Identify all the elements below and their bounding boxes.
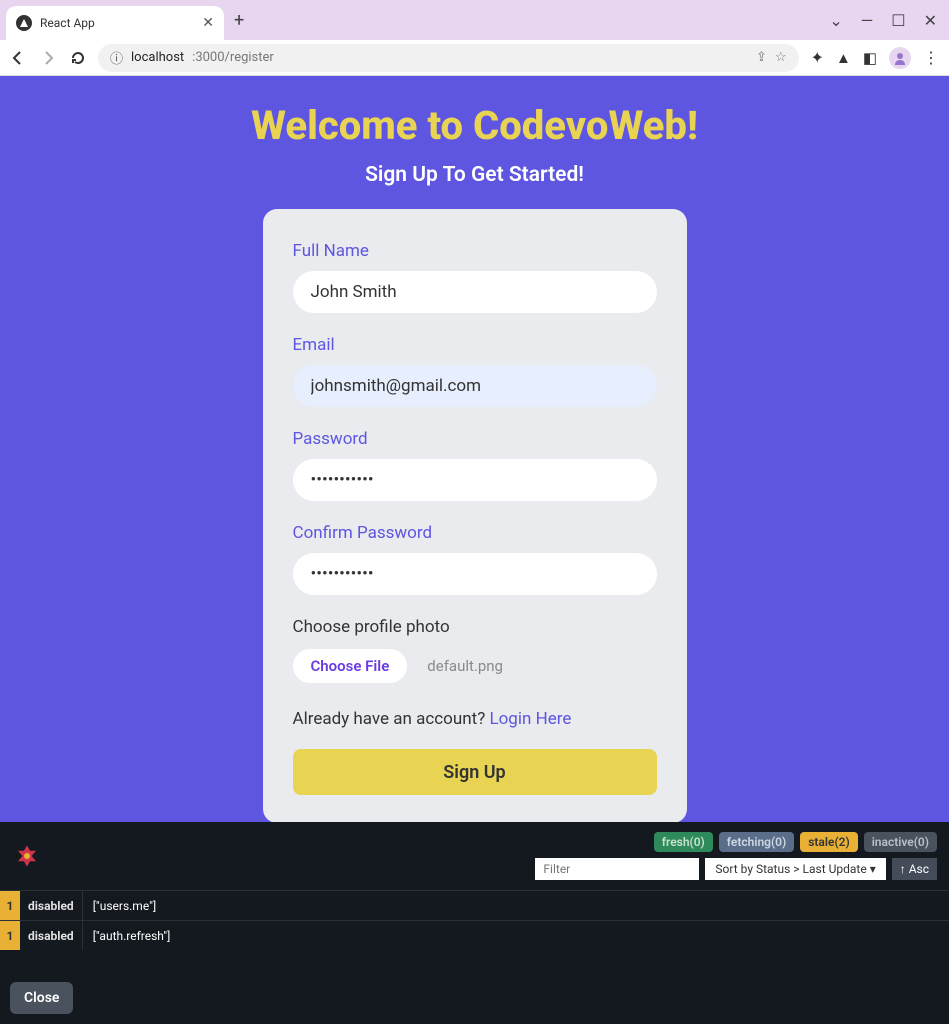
new-tab-button[interactable]: +: [224, 10, 254, 31]
full-name-label: Full Name: [293, 241, 657, 261]
react-query-logo-icon: [12, 841, 42, 871]
reload-icon[interactable]: [70, 50, 86, 66]
page-subtitle: Sign Up To Get Started!: [365, 163, 584, 187]
file-row: Choose File default.png: [293, 649, 657, 683]
query-row[interactable]: 1 disabled ["auth.refresh"]: [0, 920, 949, 950]
address-bar[interactable]: ⓘ localhost :3000/register ⇪ ☆: [98, 44, 799, 72]
password-input[interactable]: [293, 459, 657, 501]
share-icon[interactable]: ⇪: [756, 50, 767, 65]
confirm-password-input[interactable]: [293, 553, 657, 595]
query-list: 1 disabled ["users.me"] 1 disabled ["aut…: [0, 890, 949, 950]
react-query-devtools: fresh(0) fetching(0) stale(2) inactive(0…: [0, 822, 949, 1024]
page-content: Welcome to CodevoWeb! Sign Up To Get Sta…: [0, 76, 949, 822]
query-count: 1: [0, 891, 20, 920]
panel-icon[interactable]: ◧: [863, 49, 877, 67]
email-input[interactable]: [293, 365, 657, 407]
favicon-icon: [16, 15, 32, 31]
menu-icon[interactable]: ⋮: [923, 48, 939, 67]
url-host: localhost: [131, 50, 184, 65]
browser-tab[interactable]: React App ✕: [6, 6, 224, 40]
chevron-down-icon[interactable]: ⌄: [829, 11, 842, 30]
close-icon[interactable]: ✕: [202, 15, 214, 31]
choose-file-button[interactable]: Choose File: [293, 649, 408, 683]
asc-button[interactable]: ↑ Asc: [892, 858, 937, 880]
window-titlebar: React App ✕ + ⌄ — ☐ ✕: [0, 0, 949, 40]
query-key: ["users.me"]: [83, 899, 156, 913]
minimize-icon[interactable]: —: [861, 11, 874, 30]
query-status: disabled: [20, 921, 83, 950]
profile-avatar[interactable]: [889, 47, 911, 69]
filter-input[interactable]: [535, 858, 699, 880]
signup-card: Full Name Email Password Confirm Passwor…: [263, 209, 687, 822]
flask-icon[interactable]: ▲: [836, 49, 851, 67]
photo-hint: Choose profile photo: [293, 617, 657, 637]
info-icon[interactable]: ⓘ: [110, 48, 123, 67]
full-name-input[interactable]: [293, 271, 657, 313]
close-window-icon[interactable]: ✕: [924, 11, 937, 30]
password-label: Password: [293, 429, 657, 449]
window-controls: ⌄ — ☐ ✕: [829, 11, 943, 30]
badge-fresh[interactable]: fresh(0): [654, 832, 713, 852]
query-status: disabled: [20, 891, 83, 920]
page-title: Welcome to CodevoWeb!: [251, 102, 698, 149]
url-path: :3000/register: [192, 50, 274, 65]
already-account-text: Already have an account? Login Here: [293, 709, 657, 729]
badge-fetching[interactable]: fetching(0): [719, 832, 794, 852]
badge-stale[interactable]: stale(2): [800, 832, 857, 852]
file-name: default.png: [427, 657, 503, 675]
already-text: Already have an account?: [293, 709, 490, 729]
extension-icons: ✦ ▲ ◧ ⋮: [811, 47, 939, 69]
tab-title: React App: [40, 16, 194, 30]
status-badges: fresh(0) fetching(0) stale(2) inactive(0…: [654, 832, 937, 852]
close-devtools-button[interactable]: Close: [10, 982, 73, 1014]
devtools-header: fresh(0) fetching(0) stale(2) inactive(0…: [0, 822, 949, 890]
browser-toolbar: ⓘ localhost :3000/register ⇪ ☆ ✦ ▲ ◧ ⋮: [0, 40, 949, 76]
query-row[interactable]: 1 disabled ["users.me"]: [0, 890, 949, 920]
puzzle-icon[interactable]: ✦: [811, 48, 824, 67]
email-label: Email: [293, 335, 657, 355]
star-icon[interactable]: ☆: [775, 50, 787, 65]
back-icon[interactable]: [10, 50, 26, 66]
sort-button[interactable]: Sort by Status > Last Update ▾: [705, 858, 885, 880]
forward-icon[interactable]: [40, 50, 56, 66]
confirm-password-label: Confirm Password: [293, 523, 657, 543]
login-here-link[interactable]: Login Here: [489, 709, 571, 729]
query-key: ["auth.refresh"]: [83, 929, 171, 943]
signup-button[interactable]: Sign Up: [293, 749, 657, 795]
tabs-area: React App ✕ +: [6, 0, 254, 40]
nav-buttons: [10, 50, 86, 66]
maximize-icon[interactable]: ☐: [891, 11, 905, 30]
badge-inactive[interactable]: inactive(0): [864, 832, 937, 852]
query-count: 1: [0, 921, 20, 950]
